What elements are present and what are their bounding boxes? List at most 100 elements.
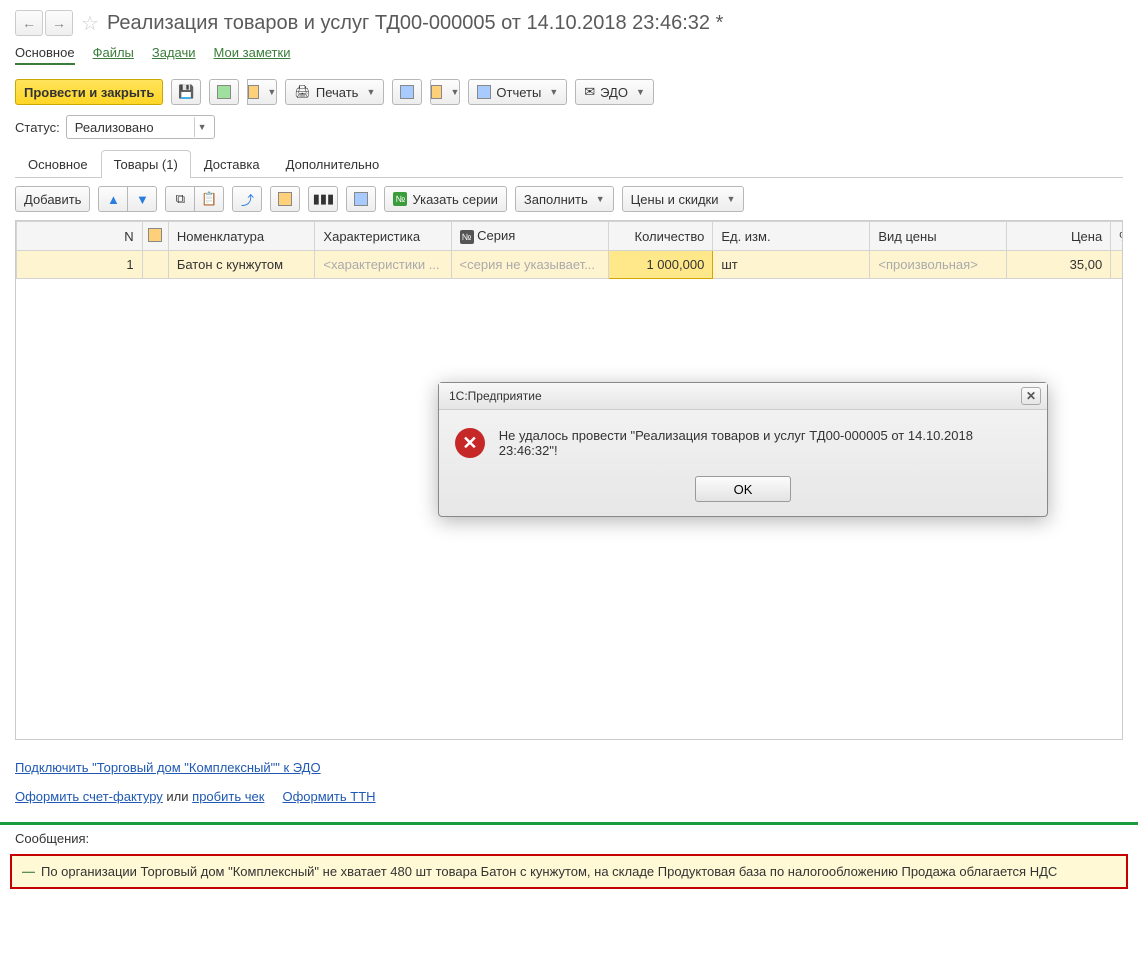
col-flag[interactable]: [142, 222, 168, 251]
post-button[interactable]: [209, 79, 239, 105]
edo-connect-link[interactable]: Подключить "Торговый дом "Комплексный"" …: [15, 760, 321, 775]
save-icon: 💾: [178, 84, 194, 100]
cell-uom[interactable]: шт: [713, 251, 870, 279]
col-auto[interactable]: % авт.: [1111, 222, 1123, 251]
post-and-close-button[interactable]: Провести и закрыть: [15, 79, 163, 105]
cell-quantity[interactable]: 1 000,000: [608, 251, 713, 279]
fill-button[interactable]: Заполнить ▼: [515, 186, 614, 212]
dialog-ok-button[interactable]: OK: [695, 476, 791, 502]
nav-back-button[interactable]: ←: [15, 10, 43, 36]
error-dialog: 1С:Предприятие ✕ ✕ Не удалось провести "…: [438, 382, 1048, 517]
status-select[interactable]: Реализовано ▼: [66, 115, 215, 139]
invoice-link[interactable]: Оформить счет-фактуру: [15, 789, 163, 804]
check-link[interactable]: пробить чек: [192, 789, 264, 804]
cell-series[interactable]: <серия не указывает...: [451, 251, 608, 279]
col-series[interactable]: № Серия: [451, 222, 608, 251]
message-text: По организации Торговый дом "Комплексный…: [41, 864, 1057, 879]
col-series-label: Серия: [477, 228, 515, 243]
share-icon: ⤴: [241, 190, 254, 209]
tool-icon-1: [400, 85, 414, 99]
edo-label: ЭДО: [600, 85, 628, 100]
doc-icon: [248, 85, 259, 99]
reports-icon: [477, 85, 491, 99]
series-col-icon: №: [460, 230, 474, 244]
arrow-down-icon: ▼: [136, 192, 149, 207]
favorite-star-icon[interactable]: ☆: [81, 11, 99, 36]
move-up-button[interactable]: ▲: [98, 186, 128, 212]
ttn-link[interactable]: Оформить ТТН: [282, 789, 375, 804]
tool-button-2[interactable]: ▼: [430, 79, 460, 105]
paste-icon: 📋: [201, 191, 217, 207]
col-n[interactable]: N: [17, 222, 143, 251]
nav-files[interactable]: Файлы: [93, 45, 134, 65]
cell-price-type[interactable]: <произвольная>: [870, 251, 1006, 279]
tab-goods[interactable]: Товары (1): [101, 150, 191, 178]
close-icon: ✕: [1026, 389, 1036, 403]
edo-icon: ✉: [584, 84, 595, 100]
cell-flag[interactable]: [142, 251, 168, 279]
col-characteristic[interactable]: Характеристика: [315, 222, 451, 251]
nav-notes[interactable]: Мои заметки: [214, 45, 291, 65]
status-label: Статус:: [15, 120, 60, 135]
barcode-icon: ▮▮▮: [313, 191, 334, 207]
dialog-title: 1С:Предприятие: [449, 389, 542, 403]
reports-button[interactable]: Отчеты ▼: [468, 79, 567, 105]
printer-icon: 🖨: [294, 84, 311, 100]
nav-tasks[interactable]: Задачи: [152, 45, 196, 65]
nav-main[interactable]: Основное: [15, 45, 75, 65]
tool-icon-2: [431, 85, 442, 99]
or-text: или: [163, 789, 192, 804]
cell-auto[interactable]: [1111, 251, 1123, 279]
message-bullet-icon: —: [22, 864, 35, 879]
folder-button[interactable]: [270, 186, 300, 212]
tab-delivery[interactable]: Доставка: [191, 150, 273, 178]
nav-forward-button[interactable]: →: [45, 10, 73, 36]
cell-price[interactable]: 35,00: [1006, 251, 1111, 279]
folder-icon: [278, 192, 292, 206]
arrow-up-icon: ▲: [107, 192, 120, 207]
fill-label: Заполнить: [524, 192, 588, 207]
share-button[interactable]: ⤴: [232, 186, 262, 212]
tool-button-1[interactable]: [392, 79, 422, 105]
move-down-button[interactable]: ▼: [127, 186, 157, 212]
flag-icon: [148, 228, 162, 242]
save-button[interactable]: 💾: [171, 79, 201, 105]
messages-header: Сообщения:: [0, 822, 1138, 850]
barcode-button[interactable]: ▮▮▮: [308, 186, 338, 212]
status-value: Реализовано: [75, 120, 154, 135]
message-box[interactable]: — По организации Торговый дом "Комплексн…: [10, 854, 1128, 889]
tab-additional[interactable]: Дополнительно: [273, 150, 393, 178]
paste-button[interactable]: 📋: [194, 186, 224, 212]
series-badge-icon: №: [393, 192, 407, 206]
cell-characteristic[interactable]: <характеристики ...: [315, 251, 451, 279]
col-price[interactable]: Цена: [1006, 222, 1111, 251]
goods-table: N Номенклатура Характеристика № Серия Ко…: [16, 221, 1123, 279]
grid-icon: [354, 192, 368, 206]
series-label: Указать серии: [412, 192, 497, 207]
grid-button[interactable]: [346, 186, 376, 212]
copy-icon: ⧉: [176, 191, 185, 207]
cell-nomenclature[interactable]: Батон с кунжутом: [168, 251, 315, 279]
dialog-close-button[interactable]: ✕: [1021, 387, 1041, 405]
reports-label: Отчеты: [496, 85, 541, 100]
dialog-message: Не удалось провести "Реализация товаров …: [499, 428, 1031, 458]
post-icon: [217, 85, 231, 99]
print-label: Печать: [316, 85, 359, 100]
tab-main[interactable]: Основное: [15, 150, 101, 178]
edo-button[interactable]: ✉ ЭДО ▼: [575, 79, 654, 105]
col-nomenclature[interactable]: Номенклатура: [168, 222, 315, 251]
copy-button[interactable]: ⧉: [165, 186, 195, 212]
add-button[interactable]: Добавить: [15, 186, 90, 212]
col-price-type[interactable]: Вид цены: [870, 222, 1006, 251]
cell-n[interactable]: 1: [17, 251, 143, 279]
chevron-down-icon: ▼: [194, 117, 210, 137]
prices-button[interactable]: Цены и скидки ▼: [622, 186, 745, 212]
page-title: Реализация товаров и услуг ТД00-000005 о…: [107, 12, 723, 35]
print-button[interactable]: 🖨 Печать ▼: [285, 79, 384, 105]
table-row[interactable]: 1 Батон с кунжутом <характеристики ... <…: [17, 251, 1124, 279]
col-uom[interactable]: Ед. изм.: [713, 222, 870, 251]
series-button[interactable]: № Указать серии: [384, 186, 506, 212]
create-based-button[interactable]: ▼: [247, 79, 277, 105]
prices-label: Цены и скидки: [631, 192, 719, 207]
col-quantity[interactable]: Количество: [608, 222, 713, 251]
